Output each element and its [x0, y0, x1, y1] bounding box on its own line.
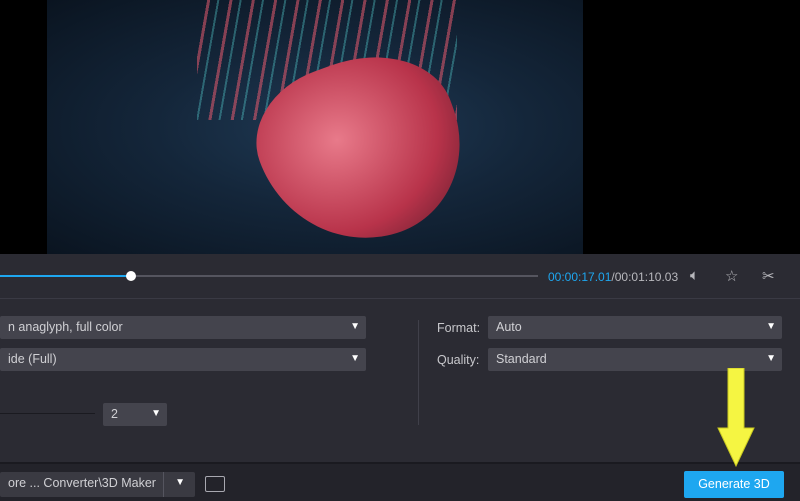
anaglyph-select[interactable]: n anaglyph, full color ▼: [0, 316, 366, 339]
quality-label: Quality:: [437, 353, 480, 367]
chevron-down-icon: ▼: [151, 408, 161, 419]
effects-star-icon[interactable]: ☆: [725, 267, 738, 285]
annotation-arrow-icon: [717, 368, 755, 468]
scissors-icon[interactable]: ✂: [762, 267, 775, 285]
generate-3d-button[interactable]: Generate 3D: [684, 471, 784, 498]
chevron-down-icon: ▼: [175, 477, 185, 488]
format-value: Auto: [496, 320, 522, 334]
quality-value: Standard: [496, 352, 547, 366]
progress-handle[interactable]: [125, 271, 136, 281]
progress-fill: [0, 275, 131, 277]
depth-value: 2: [111, 407, 118, 421]
output-path-select[interactable]: ore ... Converter\3D Maker ▼: [0, 472, 195, 497]
video-frame: [47, 0, 583, 254]
video-preview-area: [0, 0, 800, 254]
split-screen-select[interactable]: ide (Full) ▼: [0, 348, 366, 371]
current-time: 00:00:17.01: [548, 270, 612, 284]
chevron-down-icon: ▼: [766, 353, 776, 364]
chevron-down-icon: ▼: [350, 353, 360, 364]
open-folder-icon[interactable]: [205, 476, 225, 492]
output-path-value: ore ... Converter\3D Maker: [8, 476, 156, 490]
format-label: Format:: [437, 321, 481, 335]
progress-slider[interactable]: [0, 271, 538, 281]
time-display: 00:00:17.01/00:01:10.03: [548, 270, 678, 284]
format-select[interactable]: Auto ▼: [488, 316, 782, 339]
divider: [418, 320, 419, 425]
total-time: 00:01:10.03: [614, 270, 679, 284]
playback-controls: 00:00:17.01/00:01:10.03 🔈︎ ☆ ✂: [0, 254, 800, 299]
depth-select[interactable]: 2 ▼: [103, 403, 167, 426]
chevron-down-icon: ▼: [766, 321, 776, 332]
anaglyph-value: n anaglyph, full color: [8, 320, 123, 334]
volume-icon[interactable]: 🔈︎: [690, 267, 699, 284]
depth-slider[interactable]: [0, 413, 95, 414]
split-value: ide (Full): [8, 352, 57, 366]
chevron-down-icon: ▼: [350, 321, 360, 332]
